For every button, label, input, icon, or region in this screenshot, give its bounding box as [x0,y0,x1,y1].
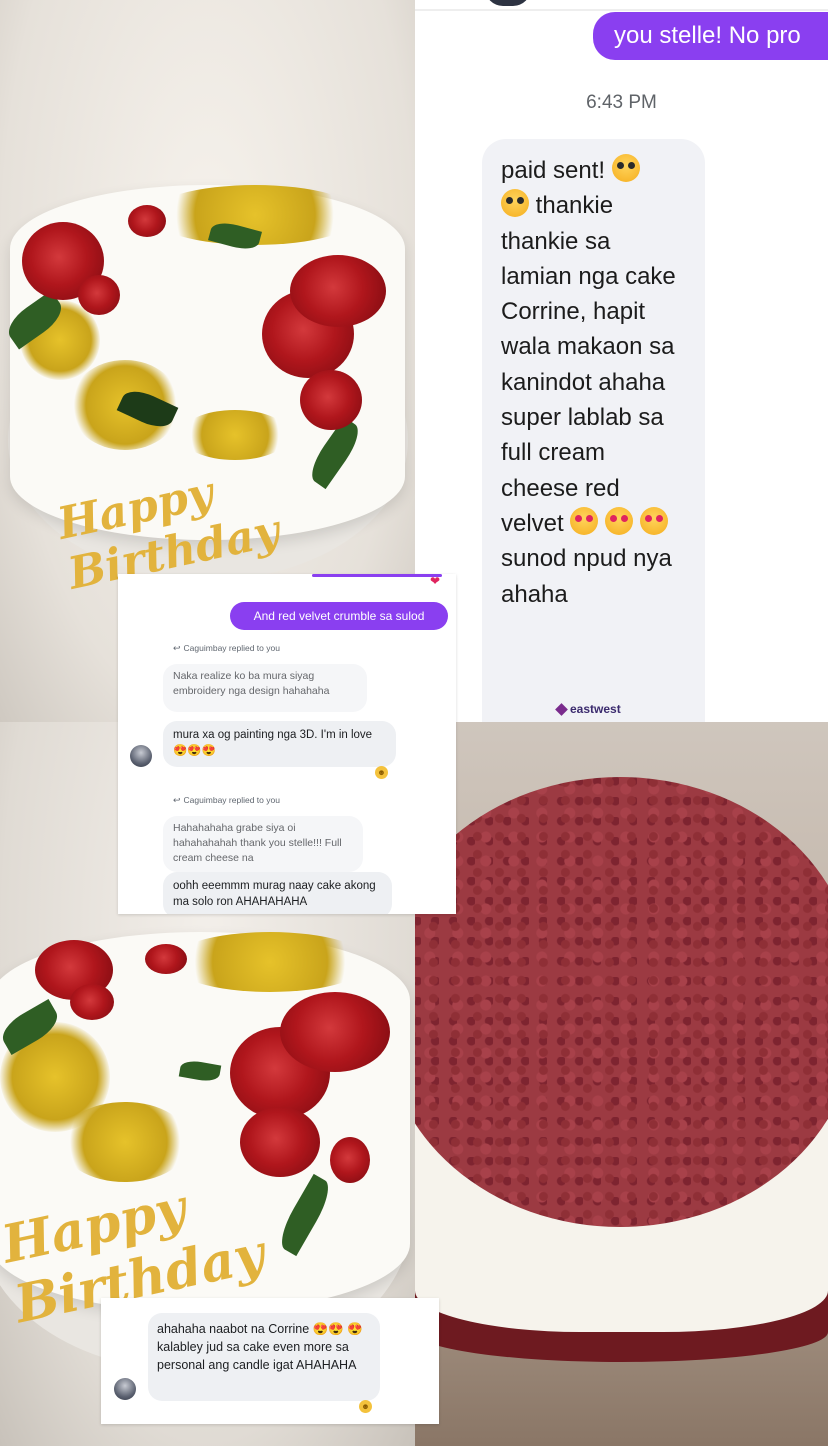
avatar [485,0,531,6]
crumble-topping [415,777,828,1227]
heart-eyes-emoji-icon [639,506,668,535]
rose-decoration [70,984,114,1020]
reply-indicator: ↩ Caguimbay replied to you [173,643,280,653]
rose-decoration [300,370,362,430]
rose-decoration [290,255,386,327]
star-struck-emoji-icon [501,189,529,218]
message-timestamp: 6:43 PM [586,92,657,113]
quoted-message: Hahahahaha grabe siya oi hahahahahah tha… [163,816,363,872]
avatar [114,1378,136,1400]
incoming-message[interactable]: ahahaha naabot na Corrine 😍😍 😍 kalabley … [148,1313,380,1401]
reply-arrow-icon: ↩ [173,643,181,653]
emoji-reaction-icon: ☻ [375,766,388,779]
bank-logo: eastwest [555,702,621,716]
reply-indicator: ↩ Caguimbay replied to you [173,795,280,805]
avatar [130,745,152,767]
chat-screenshot-main: you stelle! No pro 6:43 PM paid sent! th… [415,0,828,722]
divider [415,9,828,11]
message-text: thankie [535,192,614,220]
red-velvet-crumble-photo [415,722,828,1446]
eastwest-logo-icon [555,703,568,716]
outgoing-message[interactable]: you stelle! No pro [593,12,828,60]
emoji-reaction-icon: ☻ [359,1400,372,1413]
chat-screenshot-card: ahahaha naabot na Corrine 😍😍 😍 kalabley … [101,1298,439,1424]
divider [312,574,442,577]
incoming-message[interactable]: mura xa og painting nga 3D. I'm in love … [163,721,396,767]
rose-decoration [280,992,390,1072]
rose-decoration [145,944,187,974]
heart-eyes-emoji-icon [570,506,599,535]
outgoing-message[interactable]: And red velvet crumble sa sulod [230,602,448,630]
rose-decoration [78,275,120,315]
message-text: thankie sa lamian nga cake Corrine, hapi… [501,227,676,537]
rose-decoration [128,205,166,237]
reply-arrow-icon: ↩ [173,795,181,805]
star-struck-emoji-icon [611,154,640,182]
quoted-message: Naka realize ko ba mura siyag embroidery… [163,664,367,712]
heart-reaction-icon: ❤ [430,574,441,588]
incoming-message[interactable]: paid sent! thankie thankie sa lamian nga… [482,139,705,722]
heart-eyes-emoji-icon [605,506,634,535]
message-text: paid sent! [501,157,606,184]
mimosa-decoration [60,1102,190,1182]
mimosa-decoration [170,932,370,992]
message-text: sunod [501,545,567,573]
incoming-message[interactable]: oohh eeemmm murag naay cake akong ma sol… [163,872,392,914]
chat-screenshot-card: ❤ And red velvet crumble sa sulod ↩ Cagui… [118,574,456,914]
